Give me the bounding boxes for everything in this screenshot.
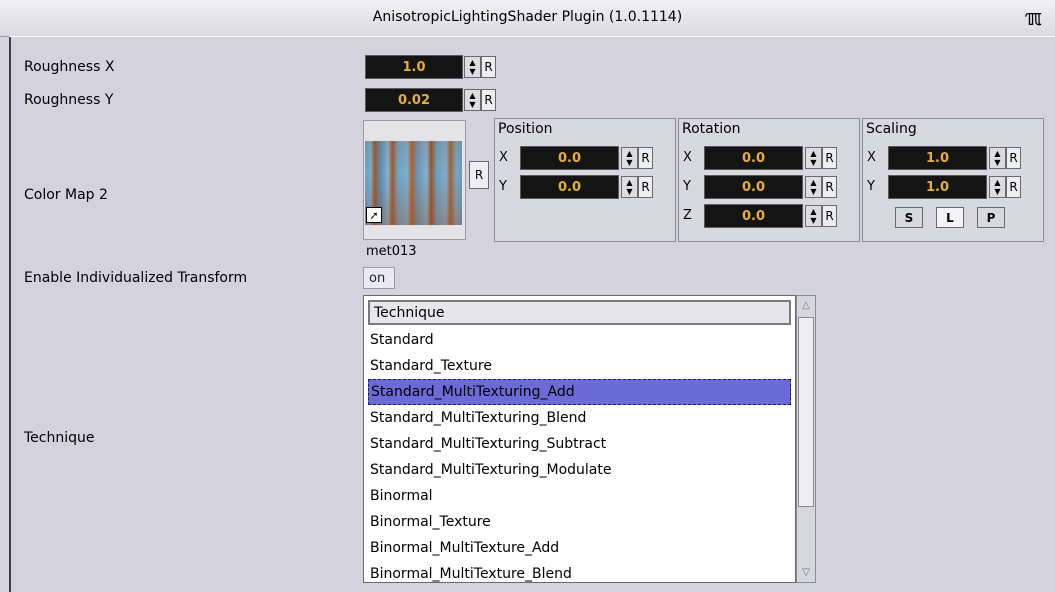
technique-item-binormal-texture[interactable]: Binormal_Texture xyxy=(368,509,791,535)
position-x-field[interactable]: 0.0 xyxy=(520,146,619,170)
rotation-x-reset-button[interactable]: R xyxy=(822,147,837,169)
panel-top-border xyxy=(9,36,1055,37)
roughness-y-label: Roughness Y xyxy=(24,92,114,108)
scaling-s-button[interactable]: S xyxy=(895,207,923,228)
scaling-x-reset-button[interactable]: R xyxy=(1006,147,1021,169)
panel-left-border xyxy=(9,36,11,592)
position-y-reset-button[interactable]: R xyxy=(638,176,653,198)
scaling-y-spinner-icon[interactable]: ▲ ▼ xyxy=(989,176,1006,198)
rotation-y-reset-button[interactable]: R xyxy=(822,176,837,198)
shortcut-arrow-icon: ➚ xyxy=(366,207,382,223)
window-title: AnisotropicLightingShader Plugin (1.0.11… xyxy=(372,9,683,25)
roughness-x-reset-button[interactable]: R xyxy=(481,56,496,78)
position-y-spinner-icon[interactable]: ▲ ▼ xyxy=(621,176,638,198)
position-x-label: X xyxy=(499,150,508,165)
scaling-p-button[interactable]: P xyxy=(977,207,1005,228)
rotation-y-field[interactable]: 0.0 xyxy=(704,175,803,199)
position-x-spinner-icon[interactable]: ▲ ▼ xyxy=(621,147,638,169)
rotation-z-spinner-icon[interactable]: ▲ ▼ xyxy=(805,205,822,227)
individual-transform-label: Enable Individualized Transform xyxy=(24,270,248,286)
roughness-y-reset-button[interactable]: R xyxy=(481,89,496,111)
scaling-x-field[interactable]: 1.0 xyxy=(888,146,987,170)
technique-item-binormal[interactable]: Binormal xyxy=(368,483,791,509)
plugin-icon[interactable]: ℼ xyxy=(1018,6,1048,31)
scroll-down-arrow-icon[interactable]: ▽ xyxy=(798,564,814,580)
roughness-y-spinner-icon[interactable]: ▲ ▼ xyxy=(464,89,481,111)
roughness-x-field[interactable]: 1.0 xyxy=(365,55,463,79)
rotation-z-field[interactable]: 0.0 xyxy=(704,204,803,228)
technique-item-standard-multitexturing-add[interactable]: Standard_MultiTexturing_Add xyxy=(368,379,791,405)
technique-item-standard-texture[interactable]: Standard_Texture xyxy=(368,353,791,379)
technique-item-standard-multitexturing-blend[interactable]: Standard_MultiTexturing_Blend xyxy=(368,405,791,431)
scroll-up-arrow-icon[interactable]: △ xyxy=(798,297,814,313)
technique-item-standard-multitexturing-subtract[interactable]: Standard_MultiTexturing_Subtract xyxy=(368,431,791,457)
scaling-y-label: Y xyxy=(867,179,875,194)
rotation-x-field[interactable]: 0.0 xyxy=(704,146,803,170)
scaling-title: Scaling xyxy=(866,121,917,137)
color-map-reset-button[interactable]: R xyxy=(469,161,489,189)
technique-item-standard-multitexturing-modulate[interactable]: Standard_MultiTexturing_Modulate xyxy=(368,457,791,483)
technique-list-header[interactable]: Technique xyxy=(368,300,791,325)
rotation-x-label: X xyxy=(683,150,692,165)
individual-transform-toggle[interactable]: on xyxy=(363,267,395,289)
position-x-reset-button[interactable]: R xyxy=(638,147,653,169)
rotation-y-label: Y xyxy=(683,179,691,194)
scrollbar-thumb[interactable] xyxy=(798,317,814,507)
roughness-y-field[interactable]: 0.02 xyxy=(365,88,463,112)
scaling-l-button[interactable]: L xyxy=(936,207,964,228)
color-map-label: Color Map 2 xyxy=(24,187,108,203)
technique-listbox[interactable]: Technique Standard Standard_Texture Stan… xyxy=(363,295,796,583)
position-title: Position xyxy=(498,121,553,137)
technique-item-binormal-multitexture-add[interactable]: Binormal_MultiTexture_Add xyxy=(368,535,791,561)
rotation-y-spinner-icon[interactable]: ▲ ▼ xyxy=(805,176,822,198)
position-y-field[interactable]: 0.0 xyxy=(520,175,619,199)
roughness-x-label: Roughness X xyxy=(24,59,115,75)
rotation-title: Rotation xyxy=(682,121,741,137)
texture-name: met013 xyxy=(366,244,417,259)
scaling-y-field[interactable]: 1.0 xyxy=(888,175,987,199)
rotation-x-spinner-icon[interactable]: ▲ ▼ xyxy=(805,147,822,169)
scaling-x-label: X xyxy=(867,150,876,165)
technique-item-binormal-multitexture-blend[interactable]: Binormal_MultiTexture_Blend xyxy=(368,561,791,582)
technique-item-standard[interactable]: Standard xyxy=(368,327,791,353)
rotation-z-reset-button[interactable]: R xyxy=(822,205,837,227)
technique-label: Technique xyxy=(24,430,95,446)
rotation-z-label: Z xyxy=(683,208,692,223)
roughness-x-spinner-icon[interactable]: ▲ ▼ xyxy=(464,56,481,78)
technique-scrollbar[interactable]: △ ▽ xyxy=(796,295,816,583)
position-y-label: Y xyxy=(499,179,507,194)
scaling-y-reset-button[interactable]: R xyxy=(1006,176,1021,198)
scaling-x-spinner-icon[interactable]: ▲ ▼ xyxy=(989,147,1006,169)
